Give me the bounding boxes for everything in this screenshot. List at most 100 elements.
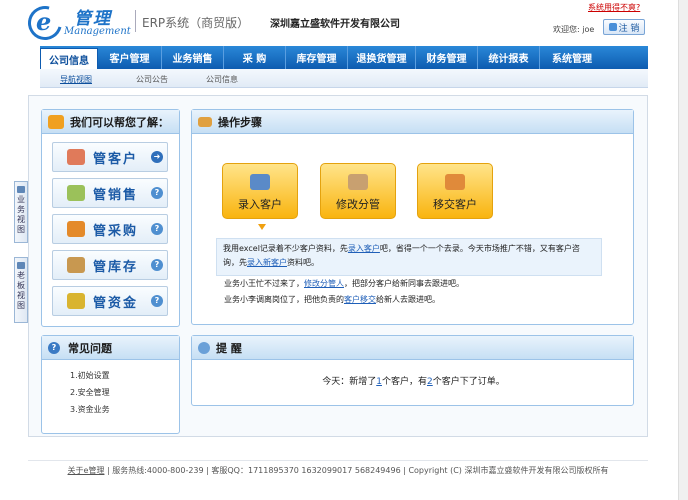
question-icon: ?: [48, 341, 60, 354]
change-owner-link[interactable]: 修改分管人: [304, 279, 344, 288]
reminder-title: 提 醒: [216, 341, 242, 355]
transfer-customer-label: 移交客户: [433, 198, 477, 211]
feedback-link[interactable]: 系统用得不爽?: [588, 2, 640, 13]
funds-management-label: 管资金: [93, 295, 139, 311]
logout-button[interactable]: 注 销: [603, 19, 645, 35]
tab-sales[interactable]: 业务销售: [162, 46, 224, 69]
pointer-arrow-icon: [258, 224, 266, 230]
sales-box-icon: [67, 185, 85, 201]
reminder-text-part: 个客户下了订单。: [432, 377, 505, 387]
tip-text: 我用excel记录着不少客户资料，先: [223, 244, 348, 253]
help-panel-header: 我们可以帮您了解：: [42, 110, 179, 134]
reminder-panel: 提 醒 今天：新增了1个客户，有2个客户下了订单。: [191, 335, 634, 406]
main-nav: 公司信息 客户管理 业务销售 采 购 库存管理 退换货管理 财务管理 统计报表 …: [40, 46, 648, 69]
line-text: ，把部分客户给新同事去跟进吧。: [344, 279, 464, 288]
arrow-right-icon: ➜: [151, 151, 163, 163]
steps-panel: 操作步骤 录入客户 修改分管 移交客户 我用excel记录着不少客户资料，先录入…: [191, 109, 634, 325]
customer-management-label: 管客户: [93, 151, 139, 167]
purchase-management-label: 管采购: [93, 223, 139, 239]
side-tab-business-label: 业务视图: [17, 195, 25, 234]
help-icon[interactable]: ?: [151, 295, 163, 307]
reminder-text: 今天：新增了1个客户，有2个客户下了订单。: [192, 374, 635, 387]
add-customer-button[interactable]: 录入客户: [222, 163, 298, 219]
tab-company-info[interactable]: 公司信息: [40, 48, 98, 69]
customer-management-button[interactable]: 管客户 ➜: [52, 142, 168, 172]
footer-text: | 服务热线:4000-800-239 | 客服QQ：1711895370 16…: [104, 466, 609, 475]
subnav-announcements[interactable]: 公司公告: [136, 74, 168, 85]
header-divider: [135, 10, 136, 32]
line-text: 给新人去跟进吧。: [376, 295, 440, 304]
people-icon: [67, 149, 85, 165]
logout-icon: [608, 23, 617, 31]
sales-management-button[interactable]: 管销售 ?: [52, 178, 168, 208]
tab-inventory[interactable]: 库存管理: [286, 46, 348, 69]
faq-list: 1.初始设置 2.安全管理 3.资金业务: [42, 360, 179, 415]
tip-box: 我用excel记录着不少客户资料，先录入客户吧，省得一个一个去录。今天市场推广不…: [216, 238, 602, 276]
edit-icon: [348, 174, 368, 190]
step-line-2: 业务小王忙不过来了，修改分管人，把部分客户给新同事去跟进吧。: [224, 278, 464, 289]
reminder-icon: [198, 341, 210, 354]
transfer-icon: [445, 174, 465, 190]
import-customer-link[interactable]: 录入客户: [348, 244, 380, 253]
inventory-management-button[interactable]: 管库存 ?: [52, 250, 168, 280]
line-text: 业务小王忙不过来了，: [224, 279, 304, 288]
reminder-text-part: 个客户，有: [381, 377, 427, 387]
about-link[interactable]: 关于e管理: [68, 466, 105, 475]
funds-management-button[interactable]: 管资金 ?: [52, 286, 168, 316]
steps-title: 操作步骤: [218, 115, 262, 129]
reminder-header: 提 醒: [192, 336, 633, 360]
side-tab-boss[interactable]: 老板视图: [14, 257, 28, 323]
lightbulb-icon: [48, 114, 64, 129]
help-panel: 我们可以帮您了解： 管客户 ➜ 管销售 ? 管采购 ? 管库存 ? 管资金 ?: [41, 109, 180, 327]
transfer-customer-button[interactable]: 移交客户: [417, 163, 493, 219]
hand-icon: [198, 116, 212, 127]
faq-title: 常见问题: [68, 341, 112, 355]
steps-header: 操作步骤: [192, 110, 633, 134]
subnav-nav-view[interactable]: 导航视图: [60, 74, 92, 85]
tab-reports[interactable]: 统计报表: [478, 46, 540, 69]
add-customer-label: 录入客户: [238, 198, 282, 211]
faq-header: ? 常见问题: [42, 336, 179, 360]
help-icon[interactable]: ?: [151, 223, 163, 235]
logo-en: Management: [64, 26, 131, 37]
reminder-text-part: 今天：新增了: [322, 377, 377, 387]
tab-returns[interactable]: 退换货管理: [348, 46, 416, 69]
tab-customer[interactable]: 客户管理: [98, 46, 162, 69]
company-name: 深圳嘉立盛软件开发有限公司: [270, 19, 400, 30]
tab-purchase[interactable]: 采 购: [224, 46, 286, 69]
tab-finance[interactable]: 财务管理: [416, 46, 478, 69]
inventory-management-label: 管库存: [93, 259, 139, 275]
help-icon[interactable]: ?: [151, 259, 163, 271]
sales-management-label: 管销售: [93, 187, 139, 203]
money-icon: [67, 293, 85, 309]
subnav-company-info[interactable]: 公司信息: [206, 74, 238, 85]
header: e 管理 Management ERP系统（商贸版） 深圳嘉立盛软件开发有限公司…: [0, 0, 688, 47]
faq-panel: ? 常见问题 1.初始设置 2.安全管理 3.资金业务: [41, 335, 180, 434]
side-tab-business[interactable]: 业务视图: [14, 181, 28, 243]
faq-item[interactable]: 1.初始设置: [70, 370, 179, 381]
transfer-customer-link[interactable]: 客户移交: [344, 295, 376, 304]
step-line-3: 业务小李调离岗位了，把他负责的客户移交给新人去跟进吧。: [224, 294, 440, 305]
welcome-text: 欢迎您: joe: [553, 25, 595, 34]
people-icon: [250, 174, 270, 190]
scrollbar[interactable]: [678, 0, 688, 500]
chart-icon: [17, 262, 25, 269]
side-tab-boss-label: 老板视图: [17, 271, 25, 310]
system-title: ERP系统（商贸版）: [142, 16, 250, 30]
box-icon: [67, 257, 85, 273]
chart-icon: [17, 186, 25, 193]
tip-text: 资料吧。: [287, 258, 319, 267]
tab-system[interactable]: 系统管理: [540, 46, 604, 69]
add-new-customer-link[interactable]: 录入新客户: [247, 258, 287, 267]
logo: e 管理 Management: [21, 0, 134, 47]
change-owner-button[interactable]: 修改分管: [320, 163, 396, 219]
purchase-management-button[interactable]: 管采购 ?: [52, 214, 168, 244]
faq-item[interactable]: 3.资金业务: [70, 404, 179, 415]
faq-item[interactable]: 2.安全管理: [70, 387, 179, 398]
help-icon[interactable]: ?: [151, 187, 163, 199]
help-panel-title: 我们可以帮您了解：: [70, 115, 169, 129]
change-owner-label: 修改分管: [336, 198, 380, 211]
sub-nav: 导航视图 公司公告 公司信息: [40, 69, 648, 88]
cart-icon: [67, 221, 85, 237]
logout-label: 注 销: [618, 23, 640, 34]
